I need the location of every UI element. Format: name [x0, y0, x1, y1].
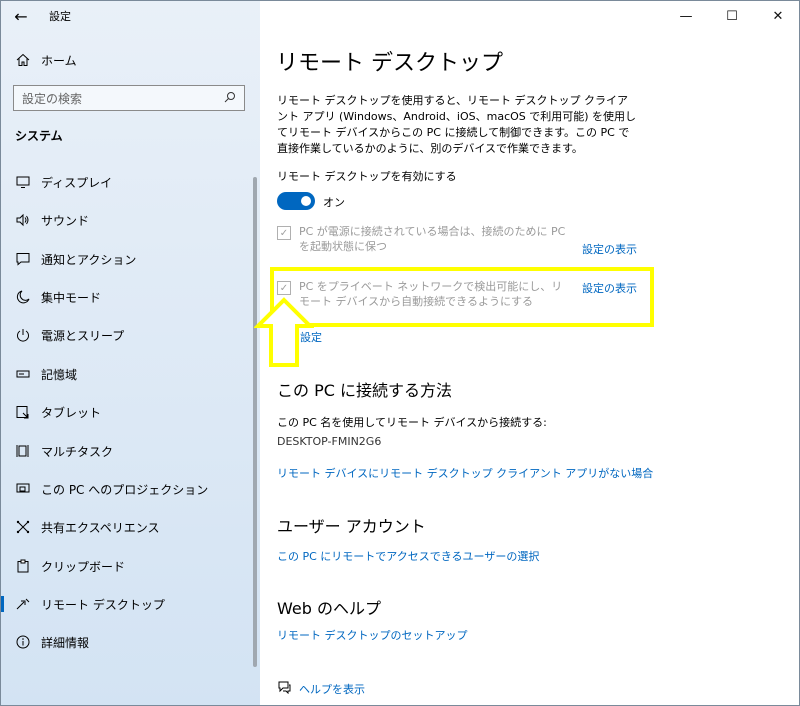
arrow-up-annotation: [253, 297, 315, 372]
toggle-state-label: オン: [323, 196, 345, 209]
sidebar-item-label: 詳細情報: [41, 635, 90, 650]
toggle-knob: [301, 196, 311, 206]
sidebar-item-clipboard[interactable]: クリップボード: [1, 548, 260, 584]
sidebar-item-label: マルチタスク: [41, 444, 114, 459]
sidebar-item-tablet[interactable]: タブレット: [1, 394, 260, 430]
display-icon: [1, 175, 41, 189]
sidebar-item-shared-experiences[interactable]: 共有エクスペリエンス: [1, 509, 260, 545]
notification-icon: [1, 252, 41, 266]
sidebar-item-power[interactable]: 電源とスリープ: [1, 317, 260, 353]
sidebar-item-remote-desktop[interactable]: リモート デスクトップ: [1, 586, 260, 622]
sidebar-item-label: ホーム: [41, 53, 77, 68]
sidebar-item-label: リモート デスクトップ: [41, 597, 165, 612]
highlight-box: [270, 267, 654, 327]
sidebar-item-projection[interactable]: この PC へのプロジェクション: [1, 471, 260, 507]
search-input[interactable]: 設定の検索: [13, 85, 245, 111]
sidebar-item-label: 通知とアクション: [41, 252, 137, 267]
sidebar-item-notifications[interactable]: 通知とアクション: [1, 241, 260, 277]
help-chat-icon: [277, 680, 299, 697]
section-heading: システム: [15, 129, 63, 143]
sidebar-item-home[interactable]: ホーム: [1, 42, 260, 78]
minimize-button[interactable]: —: [663, 1, 709, 31]
main-content: — ☐ ✕ リモート デスクトップ リモート デスクトップを使用すると、リモート…: [253, 1, 799, 705]
sidebar-scrollbar[interactable]: [253, 177, 257, 667]
multitask-icon: [1, 444, 41, 458]
sidebar-item-multitask[interactable]: マルチタスク: [1, 433, 260, 469]
sidebar-item-label: サウンド: [41, 213, 90, 228]
option-keep-awake: ✓ PC が電源に接続されている場合は、接続のために PC を起動状態に保つ: [277, 224, 569, 254]
close-button[interactable]: ✕: [755, 1, 799, 31]
sidebar-item-label: タブレット: [41, 405, 102, 420]
sidebar-item-label: 電源とスリープ: [41, 328, 125, 343]
settings-window: ← 設定 ホーム 設定の検索 システム ディスプレイ サウンド 通知とアクション…: [0, 0, 800, 706]
sidebar-item-storage[interactable]: 記憶域: [1, 356, 260, 392]
power-icon: [1, 328, 41, 342]
get-help-link[interactable]: ヘルプを表示: [299, 681, 365, 697]
page-description: リモート デスクトップを使用すると、リモート デスクトップ クライアント アプリ…: [277, 94, 637, 155]
remote-icon: [1, 597, 41, 611]
keep-awake-settings-link[interactable]: 設定の表示: [582, 241, 637, 257]
sidebar-item-label: ディスプレイ: [41, 175, 113, 190]
tablet-icon: [1, 405, 41, 419]
sound-icon: [1, 213, 41, 227]
projection-icon: [1, 482, 41, 496]
select-users-link[interactable]: この PC にリモートでアクセスできるユーザーの選択: [277, 548, 539, 564]
back-button[interactable]: ←: [1, 1, 41, 31]
search-placeholder: 設定の検索: [22, 91, 83, 106]
connect-description: この PC 名を使用してリモート デバイスから接続する:: [277, 416, 547, 429]
sidebar-item-label: 記憶域: [41, 367, 78, 382]
sidebar-item-label: この PC へのプロジェクション: [41, 482, 209, 497]
no-client-link[interactable]: リモート デバイスにリモート デスクトップ クライアント アプリがない場合: [277, 465, 653, 481]
titlebar-left: ← 設定: [1, 1, 260, 31]
info-icon: [1, 635, 41, 649]
web-help-heading: Web のヘルプ: [277, 599, 381, 618]
user-accounts-heading: ユーザー アカウント: [277, 517, 426, 536]
keep-awake-label: PC が電源に接続されている場合は、接続のために PC を起動状態に保つ: [299, 225, 566, 253]
sidebar-item-focus[interactable]: 集中モード: [1, 279, 260, 315]
sidebar-item-label: 共有エクスペリエンス: [41, 520, 160, 535]
sidebar-item-sound[interactable]: サウンド: [1, 202, 260, 238]
sidebar-item-display[interactable]: ディスプレイ: [1, 164, 260, 200]
keep-awake-checkbox[interactable]: ✓: [277, 226, 291, 240]
clipboard-icon: [1, 559, 41, 573]
setup-help-link[interactable]: リモート デスクトップのセットアップ: [277, 627, 468, 643]
maximize-button[interactable]: ☐: [709, 1, 755, 31]
sidebar-item-label: 集中モード: [41, 290, 102, 305]
sidebar-item-about[interactable]: 詳細情報: [1, 624, 260, 660]
get-help-row[interactable]: ヘルプを表示: [277, 680, 365, 697]
search-icon: [224, 91, 236, 106]
home-icon: [1, 53, 41, 67]
share-icon: [1, 520, 41, 534]
window-title: 設定: [49, 10, 71, 23]
page-title: リモート デスクトップ: [276, 51, 503, 76]
moon-icon: [1, 290, 41, 304]
storage-icon: [1, 367, 41, 381]
connect-heading: この PC に接続する方法: [277, 381, 452, 400]
pc-name: DESKTOP-FMIN2G6: [277, 435, 382, 448]
sidebar: ← 設定 ホーム 設定の検索 システム ディスプレイ サウンド 通知とアクション…: [1, 1, 260, 705]
enable-label: リモート デスクトップを有効にする: [277, 170, 457, 183]
sidebar-item-label: クリップボード: [41, 559, 126, 574]
window-controls: — ☐ ✕: [663, 1, 799, 31]
remote-desktop-toggle[interactable]: [277, 192, 315, 210]
